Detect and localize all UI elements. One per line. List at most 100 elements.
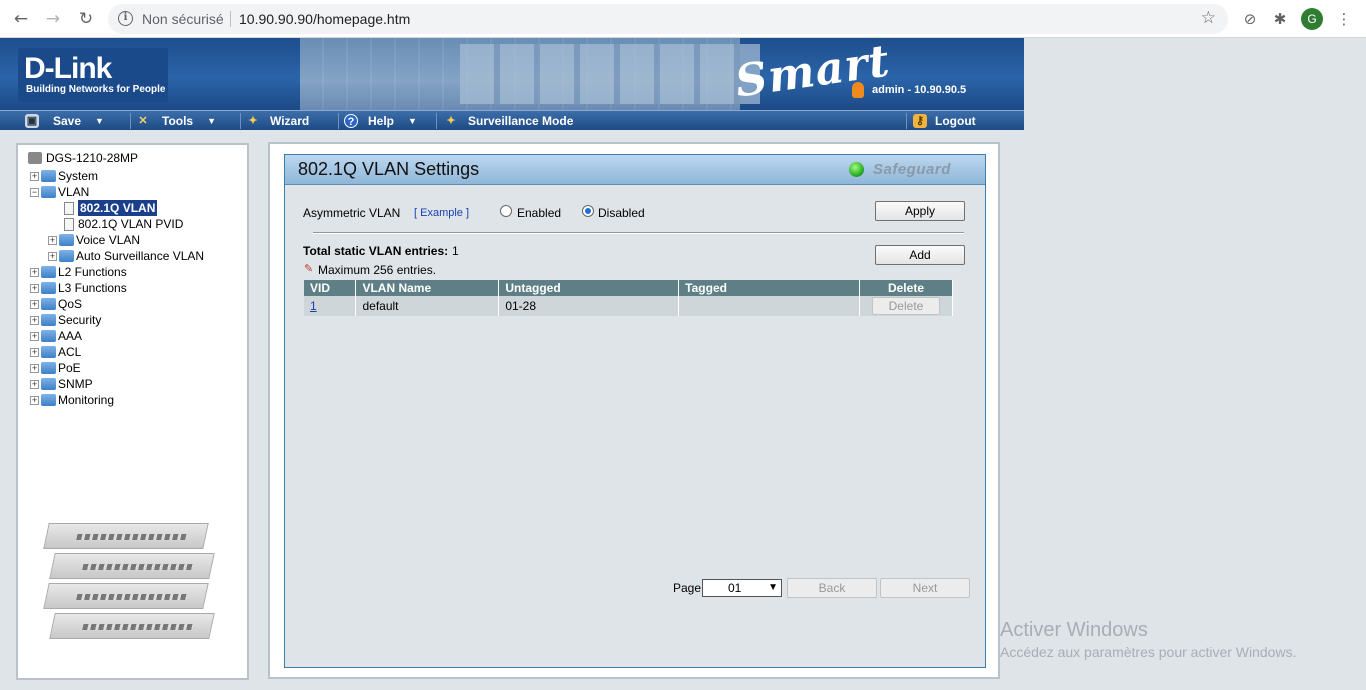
tree-item-8021q-vlan-pvid[interactable]: 802.1Q VLAN PVID — [62, 216, 183, 232]
tree-item-label: L3 Functions — [58, 281, 127, 295]
menu-tools-label: Tools — [162, 114, 194, 128]
panel-title-bar: 802.1Q VLAN Settings Safeguard — [285, 155, 985, 185]
expand-plus-icon[interactable]: + — [30, 347, 39, 357]
tree-item-l3-functions[interactable]: + L3 Functions — [30, 280, 127, 296]
tree-item-system[interactable]: + System — [30, 168, 98, 184]
profile-avatar[interactable]: G — [1301, 8, 1323, 30]
tree-item-poe[interactable]: + PoE — [30, 360, 81, 376]
tree-item-label: Monitoring — [58, 393, 115, 407]
collapse-minus-icon[interactable]: − — [30, 187, 39, 197]
folder-icon — [41, 378, 56, 390]
url-text[interactable]: 10.90.90.90/homepage.htm — [239, 11, 410, 27]
menu-save[interactable]: ▣ Save ▼ — [25, 111, 104, 131]
tree-root[interactable]: DGS-1210-28MP — [28, 150, 138, 166]
expand-plus-icon[interactable]: + — [30, 299, 39, 309]
tree-item-aaa[interactable]: + AAA — [30, 328, 82, 344]
tree-item-security[interactable]: + Security — [30, 312, 101, 328]
folder-icon — [41, 362, 56, 374]
banner-port-graphic — [460, 44, 760, 104]
asym-enabled-label: Enabled — [517, 206, 562, 220]
vlan-settings-panel: 802.1Q VLAN Settings Safeguard Asymmetri… — [284, 154, 986, 668]
bookmark-star-icon[interactable]: ☆ — [1201, 8, 1216, 28]
switch-unit-image — [43, 523, 209, 549]
expand-plus-icon[interactable]: + — [30, 395, 39, 405]
folder-icon — [41, 330, 56, 342]
switch-stack-image — [38, 523, 215, 648]
vlan-table: VID VLAN Name Untagged Tagged Delete 1 d… — [304, 280, 954, 316]
menu-tools[interactable]: ✕ Tools ▼ — [136, 111, 216, 131]
page-select[interactable]: 01 ▼ — [702, 579, 782, 597]
expand-plus-icon[interactable]: + — [48, 235, 57, 245]
tree-item-l2-functions[interactable]: + L2 Functions — [30, 264, 127, 280]
tree-item-label: Voice VLAN — [76, 233, 141, 247]
menu-wizard[interactable]: ✦ Wizard — [246, 111, 309, 131]
back-button[interactable]: Back — [787, 578, 877, 598]
reload-icon[interactable]: ↻ — [75, 8, 97, 30]
key-icon: ⚷ — [913, 114, 927, 128]
total-entries-label: Total static VLAN entries: — [303, 244, 449, 258]
column-header-delete: Delete — [859, 280, 954, 296]
switch-unit-image — [49, 613, 215, 639]
tree-item-label: ACL — [58, 345, 82, 359]
tree-item-snmp[interactable]: + SNMP — [30, 376, 93, 392]
menu-surveillance-label: Surveillance Mode — [468, 114, 574, 128]
menu-divider — [338, 113, 339, 129]
tagged-cell — [678, 296, 860, 316]
asym-enabled-radio[interactable] — [500, 205, 512, 217]
not-secure-label: Non sécurisé — [142, 11, 224, 27]
browser-toolbar: ← → ↻ i Non sécurisé 10.90.90.90/homepag… — [0, 0, 1366, 38]
address-separator — [230, 11, 231, 27]
total-entries-value: 1 — [452, 244, 459, 258]
info-icon[interactable]: i — [118, 11, 133, 26]
pencil-note-icon: ✎ — [304, 262, 314, 275]
page-title: 802.1Q VLAN Settings — [298, 159, 480, 179]
tree-item-8021q-vlan[interactable]: 802.1Q VLAN — [62, 200, 158, 216]
user-label: admin - 10.90.90.5 — [872, 83, 967, 96]
vid-link[interactable]: 1 — [310, 299, 317, 313]
menu-logout[interactable]: ⚷ Logout — [913, 111, 976, 131]
switch-device-icon — [28, 152, 42, 164]
tree-item-acl[interactable]: + ACL — [30, 344, 81, 360]
header-banner: D-Link Building Networks for People Smar… — [0, 38, 1024, 110]
help-icon: ? — [344, 114, 358, 128]
tree-item-vlan[interactable]: − VLAN — [30, 184, 89, 200]
tree-item-voice-vlan[interactable]: + Voice VLAN — [48, 232, 140, 248]
browser-menu-icon[interactable]: ⋮ — [1334, 9, 1354, 29]
expand-plus-icon[interactable]: + — [30, 379, 39, 389]
address-bar[interactable]: i Non sécurisé 10.90.90.90/homepage.htm … — [108, 4, 1228, 34]
menu-help[interactable]: ? Help ▼ — [344, 111, 417, 131]
tree-item-label: VLAN — [58, 185, 90, 199]
expand-plus-icon[interactable]: + — [48, 251, 57, 261]
chevron-down-icon: ▼ — [95, 116, 104, 126]
delete-button[interactable]: Delete — [871, 297, 940, 315]
expand-plus-icon[interactable]: + — [30, 315, 39, 325]
add-button[interactable]: Add — [875, 245, 965, 265]
back-arrow-icon[interactable]: ← — [10, 8, 32, 30]
tree-item-label: AAA — [58, 329, 83, 343]
dlink-tagline: Building Networks for People — [26, 84, 166, 95]
tree-item-auto-surveillance-vlan[interactable]: + Auto Surveillance VLAN — [48, 248, 204, 264]
apply-button[interactable]: Apply — [875, 201, 965, 221]
switch-unit-image — [49, 553, 215, 579]
forward-arrow-icon[interactable]: → — [42, 8, 64, 30]
expand-plus-icon[interactable]: + — [30, 331, 39, 341]
tree-item-monitoring[interactable]: + Monitoring — [30, 392, 114, 408]
expand-plus-icon[interactable]: + — [30, 283, 39, 293]
menu-surveillance[interactable]: ✦ Surveillance Mode — [444, 111, 573, 131]
extensions-icon[interactable]: ✱ — [1270, 9, 1290, 29]
asym-disabled-label: Disabled — [598, 206, 645, 220]
tree-item-qos[interactable]: + QoS — [30, 296, 82, 312]
tree-root-label: DGS-1210-28MP — [46, 151, 139, 165]
page-icon — [64, 201, 74, 215]
safeguard-status-icon — [849, 162, 864, 177]
expand-plus-icon[interactable]: + — [30, 267, 39, 277]
asym-disabled-radio[interactable] — [582, 205, 594, 217]
vid-cell: 1 — [304, 296, 357, 316]
next-button[interactable]: Next — [880, 578, 970, 598]
expand-plus-icon[interactable]: + — [30, 363, 39, 373]
tree-item-label: L2 Functions — [58, 265, 127, 279]
example-link[interactable]: [ Example ] — [414, 207, 469, 219]
extension-puzzle-badge-icon[interactable]: ⊘ — [1240, 9, 1260, 29]
expand-plus-icon[interactable]: + — [30, 171, 39, 181]
navigation-tree-pane: DGS-1210-28MP + System − VLAN 802.1Q VLA… — [16, 143, 249, 680]
